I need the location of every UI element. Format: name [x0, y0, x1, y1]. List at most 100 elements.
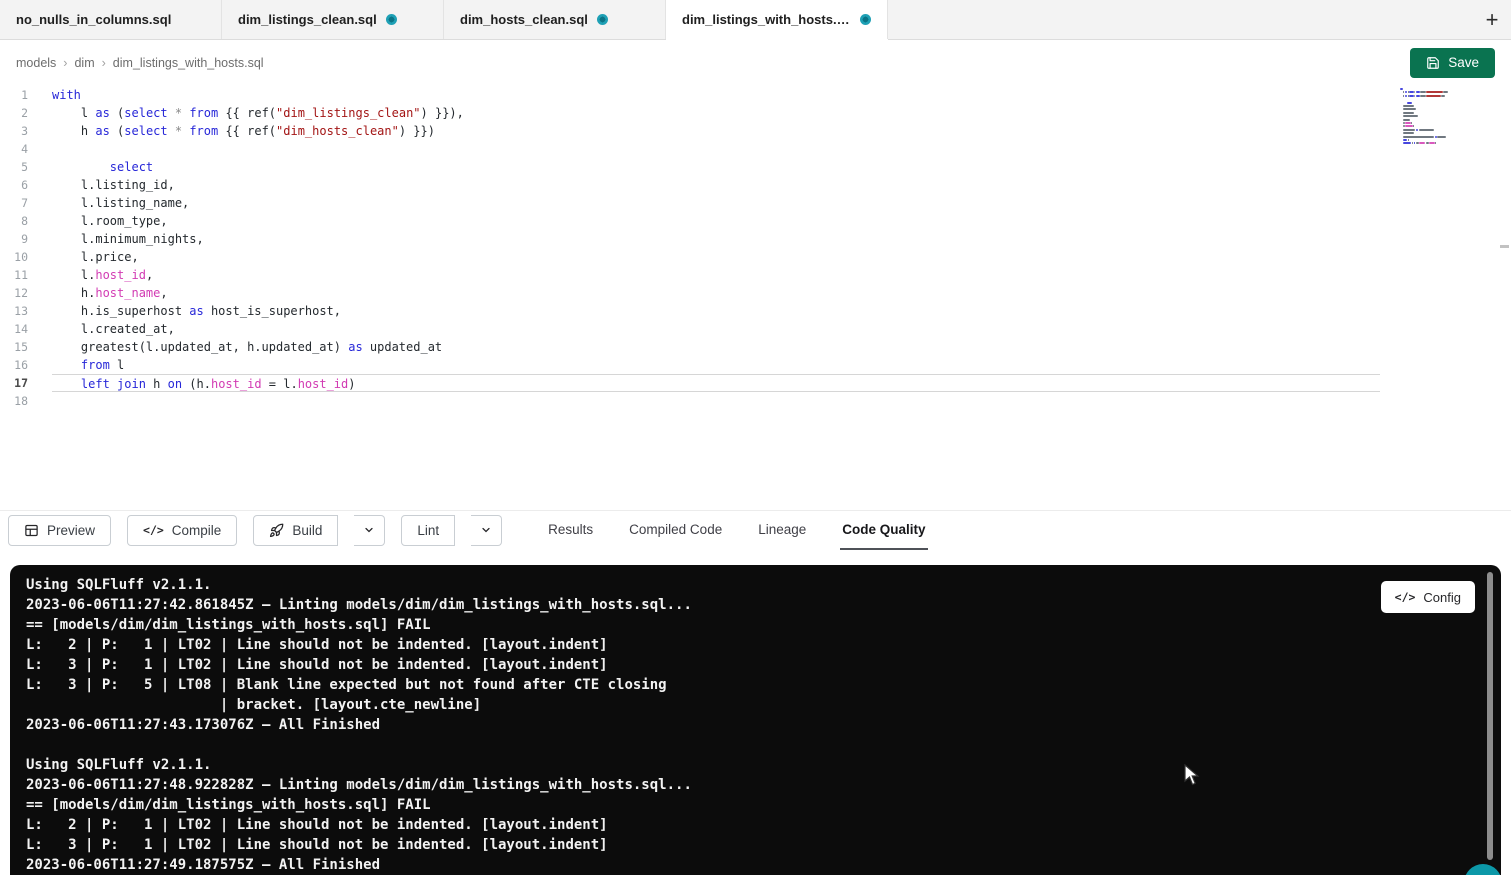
minimap-line	[1416, 91, 1419, 93]
editor-tab[interactable]: no_nulls_in_columns.sql	[0, 0, 222, 39]
open-file-tabs: no_nulls_in_columns.sql dim_listings_clea…	[0, 0, 888, 39]
minimap-line	[1419, 142, 1425, 144]
line-number: 6	[0, 176, 52, 194]
minimap-line	[1435, 142, 1436, 144]
minimap-line	[1405, 125, 1413, 127]
lint-button[interactable]: Lint	[401, 515, 455, 546]
editor-scrollbar-marker	[1500, 245, 1509, 248]
code-text: h as (select * from {{ ref("dim_hosts_cl…	[52, 122, 1380, 140]
minimap-line	[1426, 91, 1443, 93]
build-button[interactable]: Build	[253, 515, 338, 546]
line-number: 11	[0, 266, 52, 284]
minimap-line	[1429, 142, 1435, 144]
save-icon	[1426, 56, 1440, 70]
code-line[interactable]: 1with	[0, 86, 1511, 104]
line-number: 10	[0, 248, 52, 266]
code-line[interactable]: 11 l.host_id,	[0, 266, 1511, 284]
code-text: from l	[52, 356, 1380, 374]
code-line[interactable]: 4	[0, 140, 1511, 158]
compile-button[interactable]: </> Compile	[127, 515, 237, 546]
code-line[interactable]: 10 l.price,	[0, 248, 1511, 266]
tab-label: no_nulls_in_columns.sql	[16, 12, 171, 27]
code-line[interactable]: 15 greatest(l.updated_at, h.updated_at) …	[0, 338, 1511, 356]
config-button[interactable]: </> Config	[1381, 581, 1475, 613]
preview-label: Preview	[47, 523, 95, 538]
editor-tab[interactable]: dim_hosts_clean.sql	[444, 0, 666, 39]
minimap-line	[1403, 115, 1417, 117]
tab-label: dim_listings_with_hosts.sql	[682, 12, 851, 27]
build-button-group: Build	[253, 515, 385, 546]
minimap-line	[1443, 91, 1448, 93]
save-button[interactable]: Save	[1410, 48, 1495, 78]
minimap[interactable]	[1400, 88, 1460, 158]
code-icon: </>	[1395, 590, 1416, 604]
editor-tab[interactable]: dim_listings_clean.sql	[222, 0, 444, 39]
build-label: Build	[292, 523, 322, 538]
minimap-line	[1412, 142, 1413, 144]
minimap-line	[1419, 129, 1434, 131]
code-line[interactable]: 8 l.room_type,	[0, 212, 1511, 230]
code-line[interactable]: 14 l.created_at,	[0, 320, 1511, 338]
code-editor[interactable]: 1with2 l as (select * from {{ ref("dim_l…	[0, 85, 1511, 510]
code-line[interactable]: 18	[0, 392, 1511, 410]
lint-label: Lint	[417, 523, 439, 538]
breadcrumb-separator: ›	[63, 56, 67, 70]
minimap-line	[1416, 129, 1418, 131]
minimap-line	[1403, 119, 1410, 121]
code-text: greatest(l.updated_at, h.updated_at) as …	[52, 338, 1380, 356]
code-text: l as (select * from {{ ref("dim_listings…	[52, 104, 1380, 122]
breadcrumb-item[interactable]: dim_listings_with_hosts.sql	[113, 56, 264, 70]
line-number: 18	[0, 392, 52, 410]
code-line[interactable]: 3 h as (select * from {{ ref("dim_hosts_…	[0, 122, 1511, 140]
panel-tab-compiled-code[interactable]: Compiled Code	[627, 511, 724, 550]
minimap-line	[1403, 139, 1406, 141]
compile-label: Compile	[172, 523, 222, 538]
terminal-scrollbar[interactable]	[1487, 572, 1493, 860]
breadcrumb-bar: models›dim›dim_listings_with_hosts.sql S…	[0, 40, 1511, 85]
minimap-line	[1403, 108, 1416, 110]
code-line[interactable]: 16 from l	[0, 356, 1511, 374]
code-line[interactable]: 2 l as (select * from {{ ref("dim_listin…	[0, 104, 1511, 122]
minimap-line	[1403, 129, 1415, 131]
editor-tab[interactable]: dim_listings_with_hosts.sql	[666, 0, 888, 39]
code-text: left join h on (h.host_id = l.host_id)	[52, 374, 1380, 392]
tab-label: dim_hosts_clean.sql	[460, 12, 588, 27]
code-lines: 1with2 l as (select * from {{ ref("dim_l…	[0, 86, 1511, 410]
line-number: 5	[0, 158, 52, 176]
lint-options-button[interactable]	[471, 515, 502, 546]
panel-tab-lineage[interactable]: Lineage	[756, 511, 808, 550]
code-text: l.listing_id,	[52, 176, 1380, 194]
minimap-line	[1403, 142, 1411, 144]
minimap-line	[1408, 139, 1409, 141]
panel-tab-code-quality[interactable]: Code Quality	[840, 511, 927, 550]
line-number: 14	[0, 320, 52, 338]
code-line[interactable]: 17 left join h on (h.host_id = l.host_id…	[0, 374, 1511, 392]
code-line[interactable]: 6 l.listing_id,	[0, 176, 1511, 194]
build-options-button[interactable]	[354, 515, 385, 546]
line-number: 9	[0, 230, 52, 248]
minimap-line	[1405, 95, 1407, 97]
code-line[interactable]: 9 l.minimum_nights,	[0, 230, 1511, 248]
preview-button[interactable]: Preview	[8, 515, 111, 546]
dbt-cloud-ide: no_nulls_in_columns.sql dim_listings_clea…	[0, 0, 1511, 875]
minimap-line	[1400, 88, 1403, 90]
code-text: l.minimum_nights,	[52, 230, 1380, 248]
code-line[interactable]: 7 l.listing_name,	[0, 194, 1511, 212]
line-number: 7	[0, 194, 52, 212]
save-label: Save	[1448, 55, 1479, 70]
unsaved-changes-dot	[597, 14, 608, 25]
unsaved-changes-dot	[386, 14, 397, 25]
line-number: 3	[0, 122, 52, 140]
breadcrumb-item[interactable]: dim	[74, 56, 94, 70]
code-line[interactable]: 13 h.is_superhost as host_is_superhost,	[0, 302, 1511, 320]
code-line[interactable]: 12 h.host_name,	[0, 284, 1511, 302]
panel-tab-results[interactable]: Results	[546, 511, 595, 550]
code-line[interactable]: 5 select	[0, 158, 1511, 176]
breadcrumb-item[interactable]: models	[16, 56, 56, 70]
lint-output-panel: Using SQLFluff v2.1.1. 2023-06-06T11:27:…	[10, 565, 1501, 875]
line-number: 4	[0, 140, 52, 158]
line-number: 12	[0, 284, 52, 302]
line-number: 13	[0, 302, 52, 320]
line-number: 1	[0, 86, 52, 104]
new-tab-button[interactable]: +	[1473, 0, 1511, 39]
